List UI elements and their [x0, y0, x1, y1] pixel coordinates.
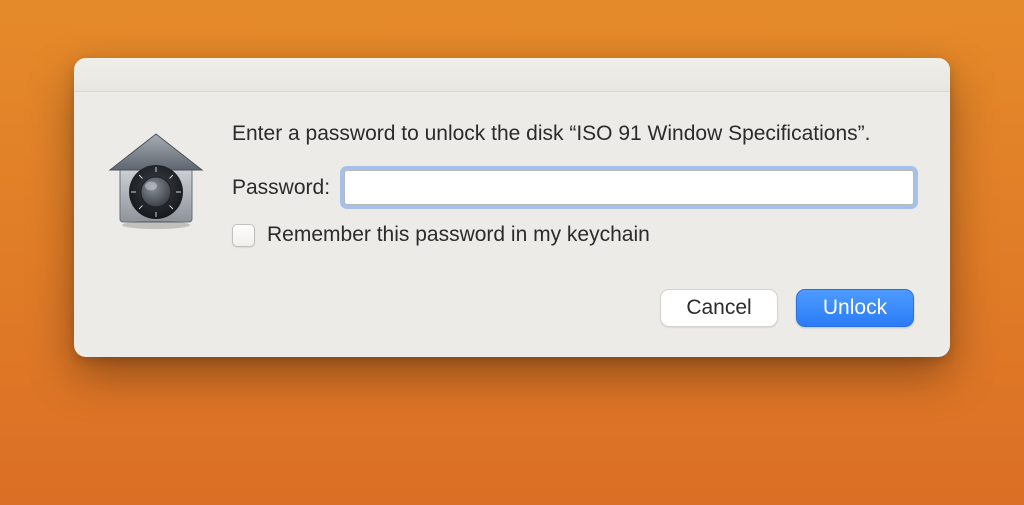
password-input[interactable] [344, 170, 914, 205]
password-row: Password: [232, 170, 914, 205]
remember-row: Remember this password in my keychain [232, 223, 914, 247]
cancel-button[interactable]: Cancel [660, 289, 778, 327]
unlock-button[interactable]: Unlock [796, 289, 914, 327]
dialog-content: Enter a password to unlock the disk “ISO… [74, 92, 950, 357]
remember-label: Remember this password in my keychain [267, 223, 650, 247]
unlock-disk-dialog: Enter a password to unlock the disk “ISO… [74, 58, 950, 357]
dialog-body: Enter a password to unlock the disk “ISO… [232, 120, 914, 327]
dialog-prompt-text: Enter a password to unlock the disk “ISO… [232, 120, 914, 148]
filevault-house-lock-icon [102, 126, 210, 234]
desktop-background: Enter a password to unlock the disk “ISO… [0, 0, 1024, 505]
dialog-icon-wrap [102, 120, 210, 327]
password-label: Password: [232, 176, 330, 200]
remember-checkbox[interactable] [232, 224, 255, 247]
dialog-button-row: Cancel Unlock [232, 289, 914, 327]
dialog-titlebar [74, 58, 950, 92]
